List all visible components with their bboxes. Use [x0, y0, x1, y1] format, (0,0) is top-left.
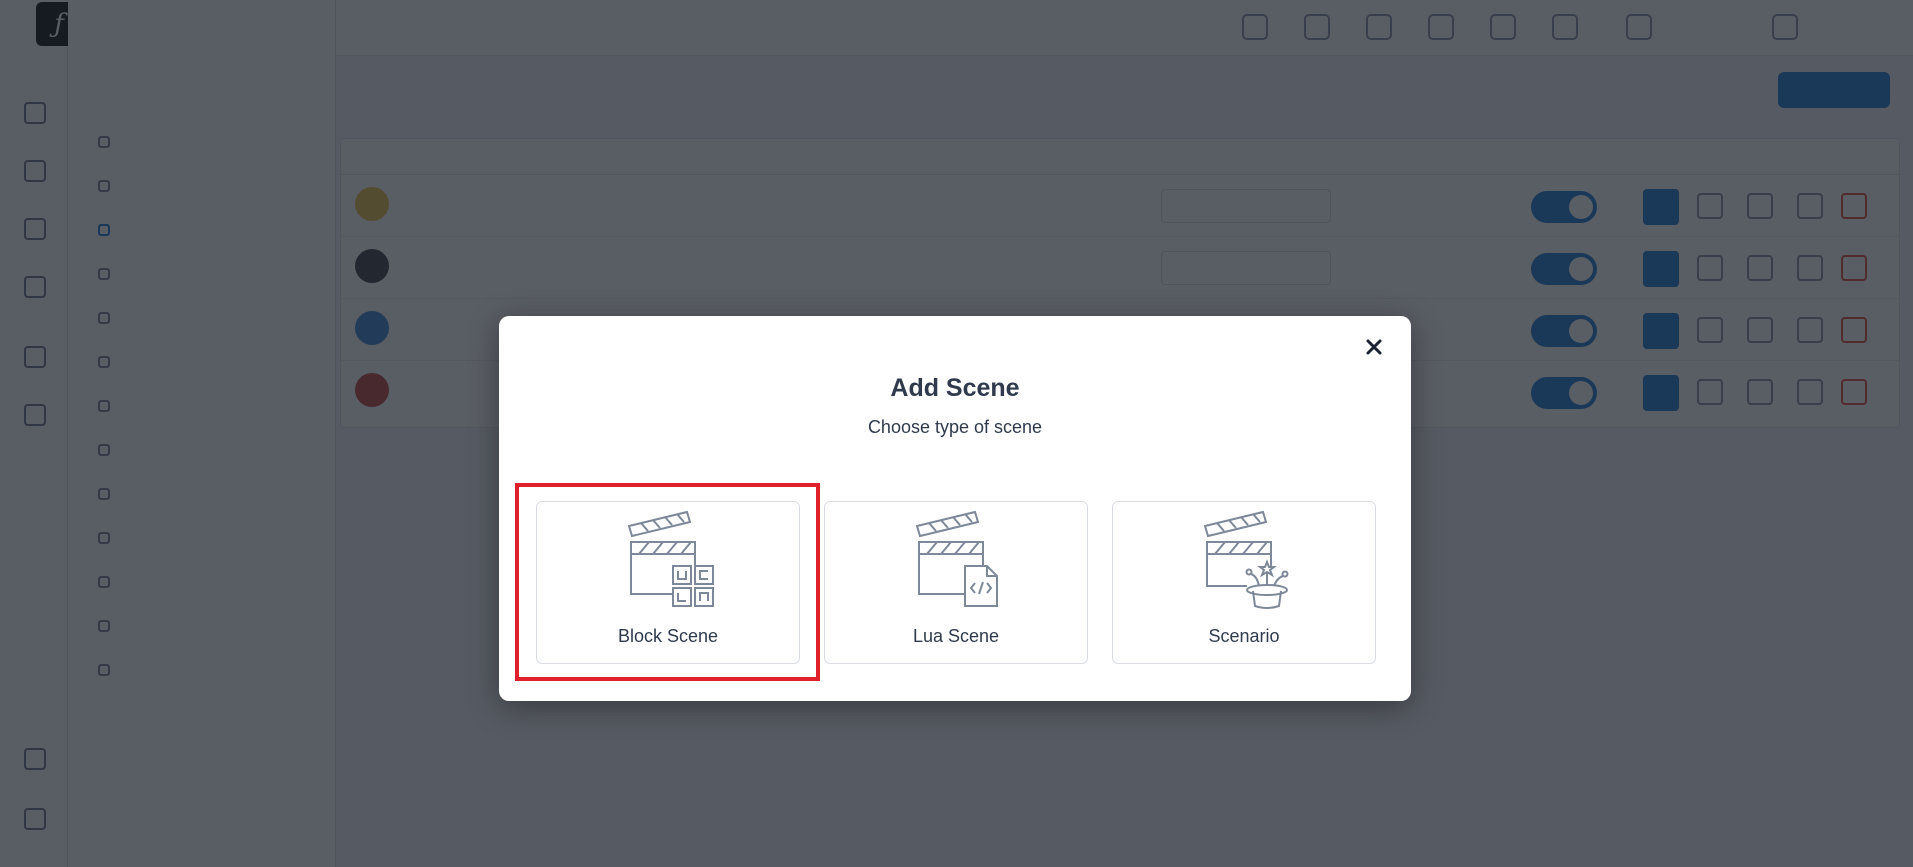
block-scene-icon — [627, 510, 714, 607]
scenario-label: Scenario — [1208, 626, 1280, 646]
block-scene-label: Block Scene — [617, 626, 719, 646]
lua-scene-icon — [915, 510, 998, 607]
scenario-option[interactable]: Scenario — [1112, 501, 1376, 664]
lua-scene-option[interactable]: Lua Scene — [824, 501, 1088, 664]
close-button[interactable] — [1361, 334, 1387, 360]
block-scene-option[interactable]: Block Scene — [536, 501, 800, 664]
lua-scene-label: Lua Scene — [912, 626, 1000, 646]
add-scene-dialog: Add Scene Choose type of scene Block Sce… — [499, 316, 1411, 701]
dialog-title: Add Scene — [890, 374, 1020, 402]
scenario-icon — [1203, 510, 1289, 609]
dialog-subtitle: Choose type of scene — [867, 417, 1043, 437]
close-icon — [1366, 339, 1382, 355]
